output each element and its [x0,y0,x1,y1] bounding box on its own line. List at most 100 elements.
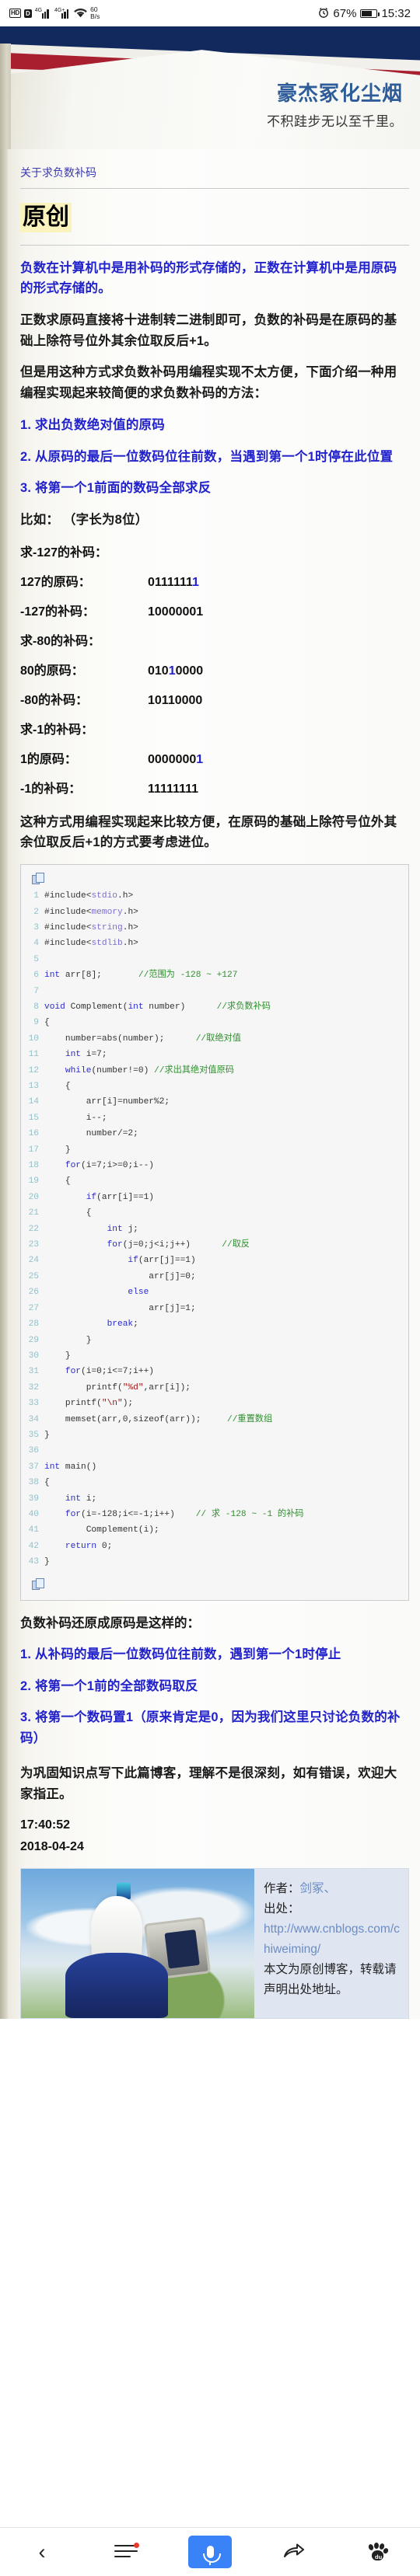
post-time: 17:40:52 [20,1818,71,1832]
code-line-number: 13 [28,1082,39,1091]
code-line: 30 } [24,1348,404,1364]
code-line: 24 if(arr[j]==1) [24,1253,404,1268]
code-line-number: 42 [28,1541,39,1551]
post-date: 2018-04-24 [20,1840,84,1854]
code-line: 28 break; [24,1316,404,1332]
signal-sim2-icon: 4G+ [54,8,71,19]
example-row: 80的原码： 01010000 [20,660,409,678]
code-line-text: { [44,1176,71,1187]
code-line: 34 memset(arr,0,sizeof(arr)); //重置数组 [24,1412,404,1427]
code-line-number: 8 [33,1002,39,1012]
network-speed-unit: B/s [90,12,100,20]
nav-back-button[interactable]: ‹ [0,2528,84,2576]
restore-title: 负数补码还原成原码是这样的： [20,1616,200,1630]
code-line-number: 25 [28,1271,39,1281]
code-line: 5 [24,952,404,967]
code-line-number: 15 [28,1113,39,1123]
code-line: 37 int main() [24,1459,404,1475]
code-line-number: 29 [28,1335,39,1345]
example-row-label: -80的补码： [20,693,89,707]
code-line: 14 arr[i]=number%2; [24,1094,404,1110]
code-line: 31 for(i=0;i<=7;i++) [24,1364,404,1379]
example-heading-2: 求-80的补码： [20,634,101,648]
code-line-number: 43 [28,1557,39,1567]
blog-banner: 豪杰冢化尘烟 不积跬步无以至千里。 [0,26,420,149]
code-line-number: 26 [28,1288,39,1298]
nav-share-button[interactable] [252,2528,336,2576]
breadcrumb[interactable]: 关于求负数补码 [20,149,409,186]
code-line-text: #include<memory.h> [44,907,138,917]
code-line: 42 return 0; [24,1539,404,1554]
code-line-text: printf("\n"); [44,1399,134,1409]
code-line-number: 22 [28,1224,39,1234]
code-line: 39 int i; [24,1491,404,1507]
code-line-text: if(arr[i]==1) [86,1192,155,1202]
network-speed: 60 B/s [90,6,100,20]
author-info: 作者：剑冢、 出处： http://www.cnblogs.com/chiwei… [254,1869,408,2018]
code-line-text: else [128,1288,149,1298]
code-line-number: 21 [28,1208,39,1218]
code-line: 26 else [24,1285,404,1300]
code-line-text: return 0; [65,1541,113,1551]
code-line: 33 printf("\n"); [24,1396,404,1411]
code-line: 4 #include<stdlib.h> [24,936,404,951]
nav-baidu-home-button[interactable]: du [336,2528,420,2576]
code-line-number: 32 [28,1382,39,1393]
example-intro: 比如： （字长为8位） [20,512,149,527]
code-line-text: } [44,1557,50,1567]
source-label: 出处： [264,1902,300,1916]
code-line-text: memset(arr,0,sizeof(arr)); //重置数组 [44,1414,273,1424]
code-line-number: 19 [28,1176,39,1187]
signal-sim1-icon: 4G [35,8,51,19]
battery-percent: 67% [333,6,357,20]
code-line-number: 18 [28,1161,39,1171]
source-url-link[interactable]: http://www.cnblogs.com/chiweiming/ [264,1922,400,1956]
code-line: 38 { [24,1475,404,1490]
code-line-text: i--; [44,1113,107,1123]
code-line: 6 int arr[8]; //范围为 -128 ~ +127 [24,967,404,983]
code-line-number: 10 [28,1034,39,1044]
code-line: 19 { [24,1173,404,1189]
code-line: 8 void Complement(int number) //求负数补码 [24,999,404,1015]
example-row-value: 01010000 [148,664,203,678]
code-line-number: 36 [28,1446,39,1456]
step-item-1: 1. 求出负数绝对值的原码 [20,417,165,432]
example-row-value: 01111111 [148,576,199,589]
code-block: 1 #include<stdio.h> 2 #include<memory.h> 3 #i… [20,864,409,1601]
binary-prefix: 10000001 [148,605,204,619]
code-line: 43} [24,1554,404,1570]
divider-under-title [20,244,409,246]
code-line-text: for(i=7;i>=0;i--) [65,1161,155,1171]
code-line-text: if(arr[j]==1) [128,1256,196,1266]
code-line-number: 1 [33,891,39,901]
example-row: 1的原码： 00000001 [20,748,409,767]
author-image [21,1869,254,2019]
author-name-link[interactable]: 剑冢、 [300,1882,337,1895]
code-line-text: int j; [107,1224,138,1234]
code-line-text: number=abs(number); //取绝对值 [44,1034,241,1044]
copy-icon[interactable] [32,873,45,885]
code-line-number: 23 [28,1240,39,1250]
wifi-icon [74,8,87,19]
code-line-text: { [44,1478,50,1488]
alarm-icon [318,7,329,20]
restore-step-3: 3. 将第一个数码置1（原来肯定是0，因为我们这里只讨论负数的补码） [20,1710,401,1746]
code-line-number: 33 [28,1399,39,1409]
code-line-text: #include<string.h> [44,922,138,932]
copy-icon[interactable] [32,1577,45,1591]
example-row: 127的原码： 01111111 [20,571,409,590]
code-line-text: arr[i]=number%2; [44,1097,170,1107]
code-line: 23 for(j=0;j<i;j++) //取反 [24,1237,404,1253]
code-line-number: 4 [33,939,39,949]
code-line: 11 int i=7; [24,1047,404,1062]
code-line-text: for(j=0;j<i;j++) //取反 [107,1240,250,1250]
nav-voice-search-button[interactable] [168,2528,252,2576]
blog-subtitle: 不积跬步无以至千里。 [267,114,403,129]
reprint-notice: 本文为原创博客，转载请声明出处地址。 [264,1963,397,1997]
code-line-text: } [44,1145,71,1155]
code-line: 40 for(i=-128;i<=-1;i++) // 求 -128 ~ -1 … [24,1507,404,1522]
code-line: 25 arr[j]=0; [24,1269,404,1285]
nav-menu-button[interactable] [84,2528,168,2576]
